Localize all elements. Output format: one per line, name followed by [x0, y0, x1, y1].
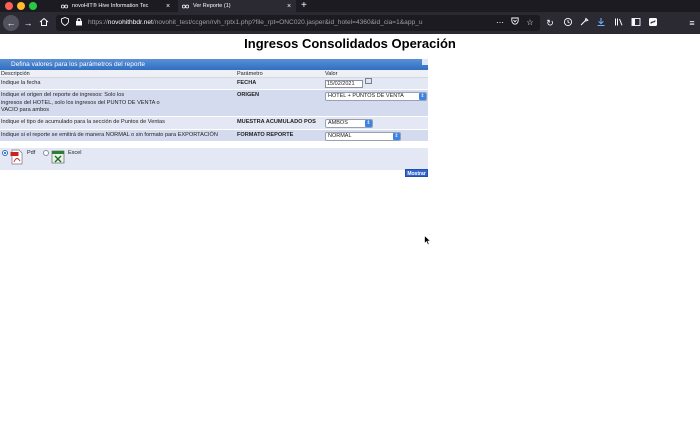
report-favicon-icon: [182, 4, 189, 9]
panel-header-label: Defina valores para los parámetros del r…: [11, 61, 146, 68]
formato-select[interactable]: NORMAL ⇕: [325, 132, 401, 141]
excel-label: Excel: [68, 150, 82, 156]
excel-icon[interactable]: [51, 150, 65, 164]
parameters-panel: Defina valores para los parámetros del r…: [0, 59, 428, 142]
acumulado-selected-value: AMBOS: [328, 120, 348, 126]
url-text[interactable]: https://novohithbdr.net/novohit_test/ccg…: [88, 15, 508, 31]
pdf-icon[interactable]: [10, 149, 24, 165]
origen-select[interactable]: HOTEL + PUNTOS DE VENTA ⇕: [325, 92, 427, 101]
calendar-icon[interactable]: [365, 78, 372, 84]
param-description-line: VACIO para ambos: [1, 107, 50, 113]
url-domain: novohithbdr.net: [107, 19, 153, 26]
param-value-cell: NORMAL ⇕: [325, 130, 428, 141]
column-header-valor: Valor: [325, 71, 338, 77]
param-name: ORIGEN: [237, 92, 260, 98]
tab-title: novoHIT® Hive Information Tec: [72, 3, 149, 9]
fecha-input[interactable]: 15/02/2021: [325, 80, 363, 88]
param-value-cell: 15/02/2021: [325, 78, 428, 89]
page-title: Ingresos Consolidados Operación: [244, 36, 456, 51]
dropdown-arrow-icon[interactable]: ⇕: [365, 120, 372, 127]
param-value-cell: HOTEL + PUNTOS DE VENTA ⇕: [325, 90, 428, 116]
address-bar[interactable]: https://novohithbdr.net/novohit_test/ccg…: [56, 15, 540, 31]
tab-bar: novoHIT® Hive Information Tec × Ver Repo…: [0, 0, 700, 12]
back-icon[interactable]: ←: [3, 15, 19, 31]
browser-tab-ver-reporte[interactable]: Ver Reporte (1) ×: [178, 0, 296, 12]
pdf-radio[interactable]: [2, 150, 8, 156]
reload-icon[interactable]: ↻: [544, 17, 556, 29]
tab-close-icon[interactable]: ×: [164, 3, 172, 10]
new-tab-icon[interactable]: +: [301, 0, 307, 12]
parameter-row-formato: Indique si el reporte se emitirá de mane…: [0, 130, 428, 142]
more-icon[interactable]: ⋯: [494, 17, 506, 29]
formato-selected-value: NORMAL: [328, 133, 352, 139]
close-window-button[interactable]: [5, 2, 13, 10]
parameter-row-origen: Indique el origen del reporte de ingreso…: [0, 90, 428, 117]
star-icon[interactable]: ☆: [524, 17, 536, 29]
acumulado-select[interactable]: AMBOS ⇕: [325, 119, 373, 128]
pdf-label: Pdf: [27, 150, 36, 156]
history-icon[interactable]: [562, 17, 574, 29]
param-description: Indique el origen del reporte de ingreso…: [0, 90, 237, 116]
param-name: MUESTRA ACUMULADO POS: [237, 119, 316, 125]
library-icon[interactable]: [613, 17, 625, 29]
parameter-row-fecha: Indique la fecha FECHA 15/02/2021: [0, 78, 428, 90]
shield-icon[interactable]: [59, 17, 71, 29]
param-name: FORMATO REPORTE: [237, 132, 294, 138]
dropdown-arrow-icon[interactable]: ⇕: [419, 93, 426, 100]
excel-radio[interactable]: [43, 150, 49, 156]
tools-icon[interactable]: [578, 17, 590, 29]
dropdown-arrow-icon[interactable]: ⇕: [393, 133, 400, 140]
novohit-favicon-icon: [61, 4, 68, 9]
param-description: Indique el tipo de acumulado para la sec…: [1, 119, 165, 125]
url-scheme: https://: [88, 19, 108, 26]
pocket-icon[interactable]: [509, 17, 521, 29]
home-icon[interactable]: [38, 17, 50, 29]
output-format-row: Pdf Excel: [0, 148, 428, 170]
param-description-line: ingresos del HOTEL, solo los ingresos de…: [1, 99, 160, 106]
column-headers: Descripción Parámetro Valor: [0, 70, 428, 78]
forward-icon[interactable]: →: [22, 17, 34, 29]
minimize-window-button[interactable]: [17, 2, 25, 10]
sidebar-icon[interactable]: [630, 17, 642, 29]
param-description: Indique la fecha: [1, 80, 41, 86]
param-name: FECHA: [237, 80, 257, 86]
download-icon[interactable]: [595, 17, 607, 29]
parameter-row-acumulado: Indique el tipo de acumulado para la sec…: [0, 117, 428, 130]
panel-header: Defina valores para los parámetros del r…: [0, 59, 428, 70]
url-path: /novohit_test/ccgen/rvh_rptx1.php?file_r…: [152, 19, 423, 26]
param-value-cell: AMBOS ⇕: [325, 117, 428, 129]
extension-icon[interactable]: [647, 17, 659, 29]
tab-title: Ver Reporte (1): [193, 3, 231, 9]
navigation-toolbar: ← → https://novohithbdr.net/novohit_test…: [0, 12, 700, 34]
origen-selected-value: HOTEL + PUNTOS DE VENTA: [328, 93, 404, 99]
collapse-corner-icon[interactable]: [422, 59, 428, 65]
param-description-line: Indique el origen del reporte de ingreso…: [1, 92, 125, 98]
param-description: Indique si el reporte se emitirá de mane…: [1, 132, 218, 138]
mouse-cursor-icon: [424, 235, 432, 246]
column-header-descripcion: Descripción: [1, 71, 30, 77]
browser-tab-novohit[interactable]: novoHIT® Hive Information Tec ×: [57, 0, 175, 12]
tab-close-icon[interactable]: ×: [285, 3, 293, 10]
zoom-window-button[interactable]: [29, 2, 37, 10]
mostrar-button[interactable]: Mostrar: [405, 169, 428, 177]
column-header-parametro: Parámetro: [237, 71, 263, 77]
lock-icon[interactable]: [73, 17, 85, 29]
menu-icon[interactable]: ≡: [686, 17, 698, 29]
